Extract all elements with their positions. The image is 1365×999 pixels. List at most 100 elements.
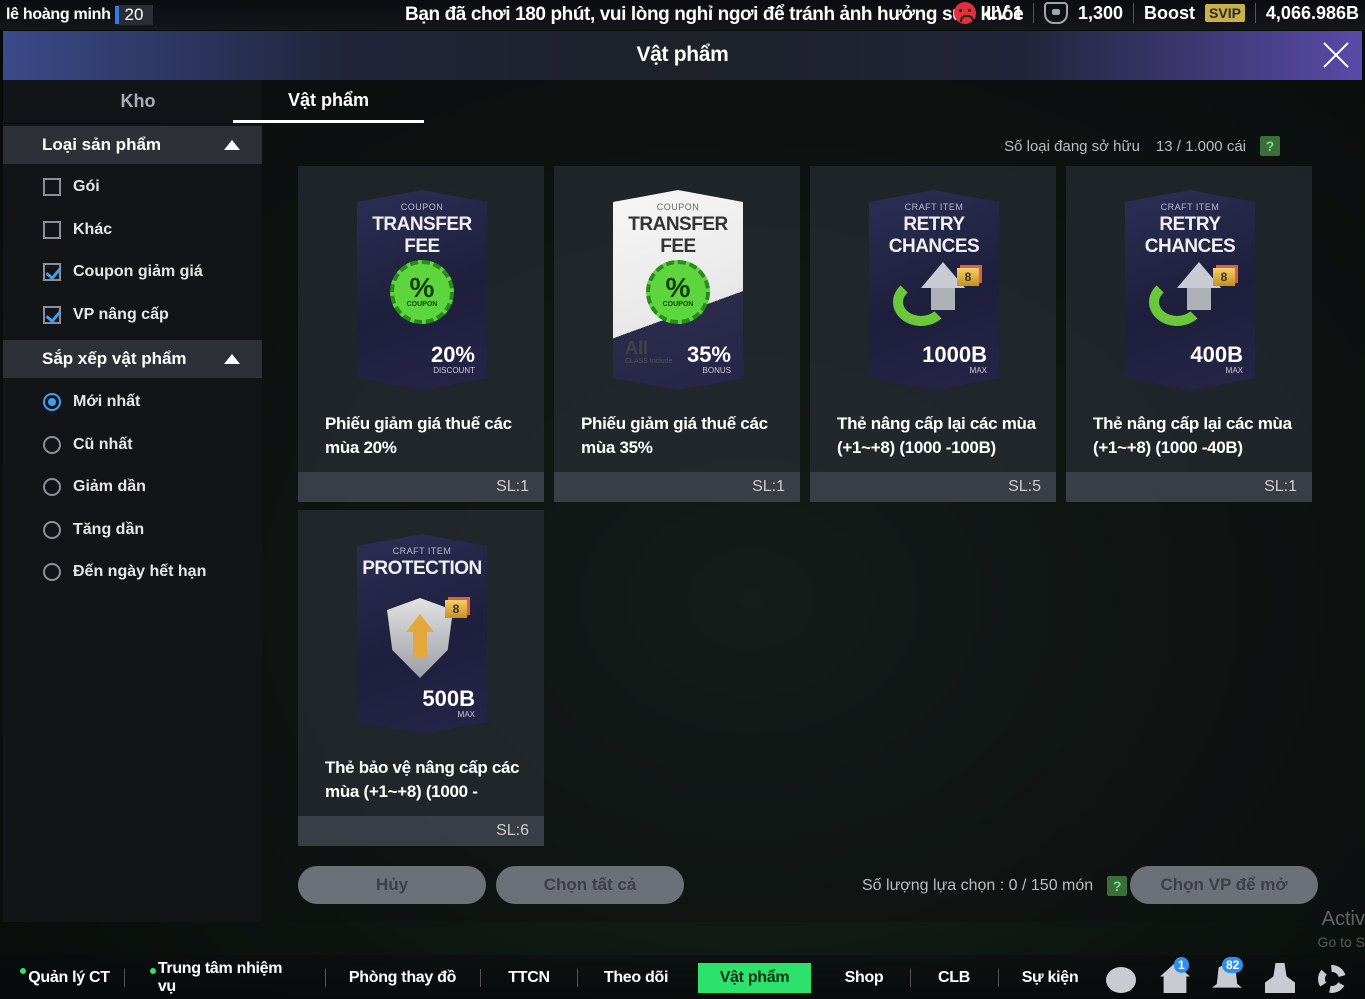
item-card[interactable]: CRAFT ITEM RETRY CHANCES 8 400B MAX Thẻ … — [1066, 166, 1312, 502]
radio-icon[interactable] — [43, 478, 61, 496]
checkbox-checked-icon[interactable] — [43, 263, 61, 281]
art-title: PROTECTION — [362, 558, 482, 579]
item-quantity: SL:1 — [1264, 478, 1297, 495]
nav-quan-ly-ct[interactable]: Quản lý CT — [20, 963, 110, 993]
item-card[interactable]: CRAFT ITEM PROTECTION 8 500B MAX Thẻ bảo… — [298, 510, 544, 846]
nav-divider — [480, 969, 481, 987]
item-card[interactable]: CRAFT ITEM RETRY CHANCES 8 1000B MAX Thẻ… — [810, 166, 1056, 502]
sort-label: Mới nhất — [73, 393, 141, 410]
select-all-button[interactable]: Chọn tất cả — [496, 866, 684, 904]
art-top-label: COUPON — [400, 202, 444, 212]
gear-icon[interactable] — [1318, 965, 1346, 993]
nav-locker-room[interactable]: Phòng thay đồ — [345, 963, 460, 993]
sad-face-icon — [954, 2, 977, 24]
sort-option-newest[interactable]: Mới nhất — [43, 393, 140, 411]
item-quantity: SL:5 — [1008, 478, 1041, 495]
tab-vat-pham[interactable]: Vật phẩm — [233, 80, 424, 123]
selection-info: Số lượng lựa chọn : 0 / 150 món ? — [862, 876, 1128, 896]
percent-coupon-icon: % COUPON — [646, 260, 710, 324]
coupon-word: COUPON — [406, 301, 438, 308]
sort-label: Cũ nhất — [73, 436, 133, 453]
nav-follow[interactable]: Theo dõi — [598, 963, 674, 993]
radio-icon[interactable] — [43, 521, 61, 539]
checkbox-icon[interactable] — [43, 221, 61, 239]
item-card[interactable]: COUPON TRANSFER FEE % COUPON All CLASS In… — [554, 166, 800, 502]
plus8-badge-icon: 8 — [445, 600, 467, 618]
item-name: Thẻ nâng cấp lại các mùa (+1~+8) (1000 -… — [837, 414, 1036, 457]
art-top-label: CRAFT ITEM — [1160, 202, 1220, 212]
nav-divider — [124, 969, 125, 987]
card-shield: CRAFT ITEM RETRY CHANCES 8 400B MAX — [1125, 190, 1255, 390]
home-badge: 1 — [1174, 957, 1189, 973]
player-level-box: 20 — [118, 5, 154, 25]
help-icon[interactable]: ? — [1107, 876, 1128, 896]
checkbox-icon[interactable] — [43, 178, 61, 196]
card-shield: COUPON TRANSFER FEE % COUPON 20% DISCOUNT — [357, 190, 487, 390]
chat-icon[interactable] — [1106, 967, 1136, 993]
new-dot-icon — [20, 968, 27, 974]
sort-option-desc[interactable]: Giảm dần — [43, 478, 146, 496]
divider — [1032, 3, 1034, 23]
radio-icon[interactable] — [43, 436, 61, 454]
filter-label: Khác — [73, 221, 113, 238]
sort-label: Giảm dần — [73, 478, 146, 495]
art-top-label: COUPON — [656, 202, 700, 212]
art-value: 500B — [422, 686, 475, 711]
art-value: 35% — [686, 342, 731, 367]
all-class-sub: CLASS Include — [625, 358, 673, 365]
divider — [1254, 3, 1256, 23]
nav-mission-center[interactable]: Trung tâm nhiệm vụ — [150, 960, 300, 995]
art-title: TRANSFER FEE — [628, 214, 728, 257]
player-level: 20 — [124, 5, 144, 24]
radio-selected-icon[interactable] — [43, 393, 61, 411]
nav-divider — [998, 969, 999, 987]
filter-option-goi[interactable]: Gói — [43, 178, 100, 196]
bp-value: 4,066.986B — [1265, 2, 1359, 23]
selection-count: Số lượng lựa chọn : 0 / 150 món — [862, 877, 1094, 894]
nav-divider — [325, 969, 326, 987]
gray-arrow-stem — [931, 288, 955, 310]
item-card[interactable]: COUPON TRANSFER FEE % COUPON 20% DISCOUNT… — [298, 166, 544, 502]
tab-kho[interactable]: Kho — [43, 80, 233, 123]
nav-items-active[interactable]: Vật phẩm — [698, 963, 811, 993]
up-arrow-stem — [413, 632, 427, 658]
nav-shop[interactable]: Shop — [836, 963, 892, 993]
card-shield: CRAFT ITEM PROTECTION 8 500B MAX — [357, 534, 487, 734]
caret-up-icon — [224, 354, 240, 364]
open-selected-button[interactable]: Chọn VP để mở — [1130, 866, 1318, 904]
item-name: Phiếu giảm giá thuế các mùa 20% — [325, 414, 512, 457]
close-icon[interactable] — [1320, 39, 1352, 71]
art-title: RETRY CHANCES — [888, 214, 980, 257]
sort-label: Tăng dần — [73, 521, 145, 538]
filter-option-coupon[interactable]: Coupon giảm giá — [43, 263, 203, 281]
item-name: Thẻ nâng cấp lại các mùa (+1~+8) (1000 -… — [1093, 414, 1292, 457]
bottom-navigation: Quản lý CT Trung tâm nhiệm vụ Phòng thay… — [0, 955, 1365, 999]
help-icon[interactable]: ? — [1260, 136, 1280, 156]
art-sub: BONUS — [702, 366, 731, 375]
sort-label: Đến ngày hết hạn — [73, 563, 207, 580]
sort-section-header[interactable]: Sắp xếp vật phẩm — [3, 340, 262, 378]
user-icon[interactable] — [1265, 963, 1295, 993]
cancel-button[interactable]: Hủy — [298, 866, 486, 904]
radio-icon[interactable] — [43, 563, 61, 581]
craft-card-art: CRAFT ITEM PROTECTION 8 500B MAX — [357, 534, 487, 734]
sort-option-oldest[interactable]: Cũ nhất — [43, 436, 133, 454]
art-top-label: CRAFT ITEM — [392, 546, 452, 556]
sort-option-expiry[interactable]: Đến ngày hết hạn — [43, 563, 206, 581]
new-dot-icon — [150, 968, 156, 974]
art-title: TRANSFER FEE — [372, 214, 472, 257]
filter-option-khac[interactable]: Khác — [43, 221, 112, 239]
checkbox-checked-icon[interactable] — [43, 306, 61, 324]
filter-option-vp-nang-cap[interactable]: VP nâng cấp — [43, 306, 169, 324]
filter-section-header[interactable]: Loại sản phẩm — [3, 126, 262, 164]
art-sub: DISCOUNT — [433, 366, 475, 375]
nav-divider — [910, 969, 911, 987]
sort-option-asc[interactable]: Tăng dần — [43, 521, 144, 539]
nav-label: Trung tâm nhiệm vụ — [157, 960, 283, 995]
divider — [1133, 3, 1135, 23]
art-title: RETRY CHANCES — [1144, 214, 1236, 257]
nav-club[interactable]: CLB — [928, 963, 980, 993]
activation-watermark-sub: Go to S — [1317, 934, 1365, 950]
nav-ttcn[interactable]: TTCN — [500, 963, 558, 993]
nav-events[interactable]: Sự kiện — [1016, 963, 1084, 993]
